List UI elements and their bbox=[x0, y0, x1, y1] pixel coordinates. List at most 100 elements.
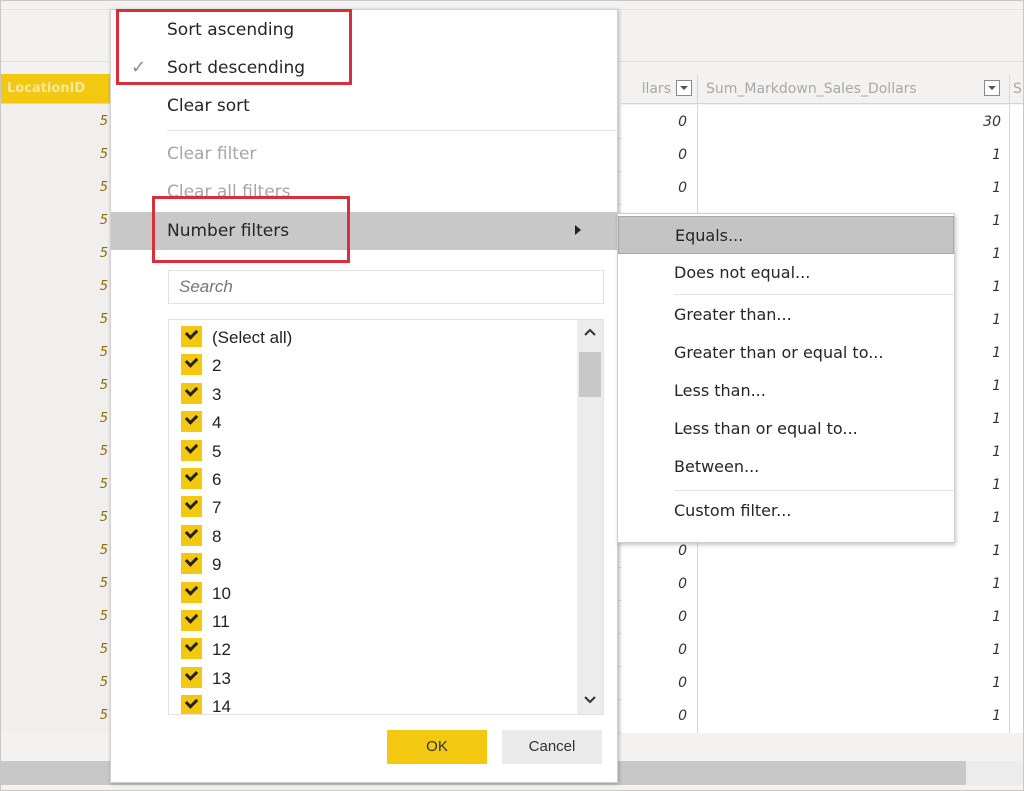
menu-item-label: Clear sort bbox=[167, 96, 250, 116]
checklist-item-label: 13 bbox=[212, 668, 231, 688]
column-header-next[interactable]: S bbox=[1010, 74, 1023, 104]
column-header-label: Sum_Markdown_Sales_Dollars bbox=[706, 81, 917, 97]
submenu-item[interactable]: Less than or equal to... bbox=[618, 410, 954, 448]
checklist-item[interactable]: (Select all) bbox=[181, 324, 292, 352]
cell-locationid: 5 bbox=[1, 138, 111, 172]
cell-next bbox=[1010, 534, 1023, 568]
checklist-item[interactable]: 2 bbox=[181, 352, 221, 380]
vertical-scrollbar[interactable] bbox=[577, 320, 603, 714]
cancel-button[interactable]: Cancel bbox=[502, 730, 602, 764]
cell-next bbox=[1010, 237, 1023, 271]
cell-sales-dollars: 0 bbox=[621, 600, 698, 634]
menu-item-clear-sort[interactable]: Clear sort bbox=[111, 88, 617, 124]
checklist-item-label: (Select all) bbox=[212, 328, 293, 347]
column-header-sales-dollars[interactable]: llars bbox=[621, 74, 698, 104]
checklist-item[interactable]: 13 bbox=[181, 665, 231, 693]
checklist-item-label: 2 bbox=[212, 356, 222, 376]
submenu-item[interactable]: Less than... bbox=[618, 372, 954, 410]
submenu-item[interactable]: Equals... bbox=[618, 216, 954, 254]
cell-next bbox=[1010, 105, 1023, 139]
submenu-item[interactable]: Between... bbox=[618, 448, 954, 486]
cell-locationid: 5 bbox=[1, 402, 111, 436]
checklist-item-label: 14 bbox=[212, 697, 231, 715]
checklist-item-label: 7 bbox=[212, 498, 222, 518]
cell-next bbox=[1010, 666, 1023, 700]
cell-markdown-sales: 30 bbox=[698, 105, 1010, 139]
checkbox-checked-icon[interactable] bbox=[181, 326, 202, 348]
cell-locationid: 5 bbox=[1, 336, 111, 370]
checkbox-checked-icon[interactable] bbox=[181, 382, 202, 404]
cell-sales-dollars: 0 bbox=[621, 567, 698, 601]
cell-locationid: 5 bbox=[1, 369, 111, 403]
checkbox-checked-icon[interactable] bbox=[181, 553, 202, 575]
cell-markdown-sales: 1 bbox=[698, 666, 1010, 700]
cell-locationid: 5 bbox=[1, 666, 111, 700]
submenu-arrow-icon bbox=[575, 225, 581, 235]
ok-button[interactable]: OK bbox=[387, 730, 487, 764]
checklist-item-label: 11 bbox=[212, 612, 230, 631]
checklist-item[interactable]: 5 bbox=[181, 438, 221, 466]
checkbox-checked-icon[interactable] bbox=[181, 411, 202, 433]
submenu-item[interactable]: Custom filter... bbox=[618, 492, 954, 530]
checklist-item[interactable]: 11 bbox=[181, 608, 230, 636]
checkbox-checked-icon[interactable] bbox=[181, 666, 202, 688]
cell-locationid: 5 bbox=[1, 171, 111, 205]
cell-next bbox=[1010, 633, 1023, 667]
checklist-item[interactable]: 8 bbox=[181, 523, 221, 551]
scroll-down-icon[interactable] bbox=[577, 690, 603, 712]
column-dropdown-button[interactable] bbox=[676, 80, 692, 96]
checkbox-checked-icon[interactable] bbox=[181, 524, 202, 546]
checkbox-checked-icon[interactable] bbox=[181, 496, 202, 518]
checklist-item-label: 5 bbox=[212, 441, 222, 461]
menu-item-clear-filter: Clear filter bbox=[111, 136, 617, 172]
column-header-label: llars bbox=[641, 81, 671, 97]
scroll-up-icon[interactable] bbox=[577, 322, 603, 344]
checklist-item[interactable]: 4 bbox=[181, 409, 221, 437]
menu-item-label: Clear filter bbox=[167, 144, 257, 164]
checklist-item-label: 9 bbox=[212, 555, 222, 575]
checklist-item[interactable]: 6 bbox=[181, 466, 221, 494]
cell-markdown-sales: 1 bbox=[698, 699, 1010, 733]
checklist-item[interactable]: 7 bbox=[181, 494, 221, 522]
checkbox-checked-icon[interactable] bbox=[181, 354, 202, 376]
cell-sales-dollars: 0 bbox=[621, 171, 698, 205]
checklist-item[interactable]: 9 bbox=[181, 551, 221, 579]
value-checklist: (Select all) 2 3 4 5 6 7 8 9 10 11 12 13 14 bbox=[168, 319, 604, 715]
cell-next bbox=[1010, 501, 1023, 535]
cell-sales-dollars: 0 bbox=[621, 105, 698, 139]
column-dropdown-button[interactable] bbox=[984, 80, 1000, 96]
cell-markdown-sales: 1 bbox=[698, 600, 1010, 634]
cell-markdown-sales: 1 bbox=[698, 138, 1010, 172]
cell-locationid: 5 bbox=[1, 270, 111, 304]
checklist-item[interactable]: 10 bbox=[181, 580, 231, 608]
submenu-item[interactable]: Greater than or equal to... bbox=[618, 334, 954, 372]
checkbox-checked-icon[interactable] bbox=[181, 638, 202, 660]
column-header-locationid[interactable]: LocationID bbox=[1, 74, 111, 104]
search-input[interactable] bbox=[168, 270, 604, 304]
cell-locationid: 5 bbox=[1, 468, 111, 502]
checklist-item-label: 10 bbox=[212, 583, 231, 603]
checkbox-checked-icon[interactable] bbox=[181, 439, 202, 461]
submenu-item[interactable]: Greater than... bbox=[618, 296, 954, 334]
cell-sales-dollars: 0 bbox=[621, 666, 698, 700]
cell-sales-dollars: 0 bbox=[621, 138, 698, 172]
number-filters-submenu: Equals... Does not equal... Greater than..… bbox=[617, 213, 955, 543]
checklist-item[interactable]: 3 bbox=[181, 381, 221, 409]
checklist-item-label: 6 bbox=[212, 470, 222, 489]
checklist-item[interactable]: 12 bbox=[181, 636, 231, 664]
cell-locationid: 5 bbox=[1, 534, 111, 568]
checkbox-checked-icon[interactable] bbox=[181, 610, 202, 632]
checkbox-checked-icon[interactable] bbox=[181, 468, 202, 490]
checkbox-checked-icon[interactable] bbox=[181, 581, 202, 603]
submenu-item[interactable]: Does not equal... bbox=[618, 254, 954, 292]
vertical-scrollbar-thumb[interactable] bbox=[579, 352, 601, 397]
checklist-item[interactable]: 14 bbox=[181, 693, 231, 715]
column-header-markdown-sales[interactable]: Sum_Markdown_Sales_Dollars bbox=[698, 74, 1010, 104]
highlight-box-sort bbox=[116, 9, 352, 85]
checkbox-checked-icon[interactable] bbox=[181, 695, 202, 714]
cell-locationid: 5 bbox=[1, 600, 111, 634]
checklist-item-label: 12 bbox=[212, 640, 231, 660]
cell-next bbox=[1010, 600, 1023, 634]
cell-locationid: 5 bbox=[1, 435, 111, 469]
cell-next bbox=[1010, 567, 1023, 601]
